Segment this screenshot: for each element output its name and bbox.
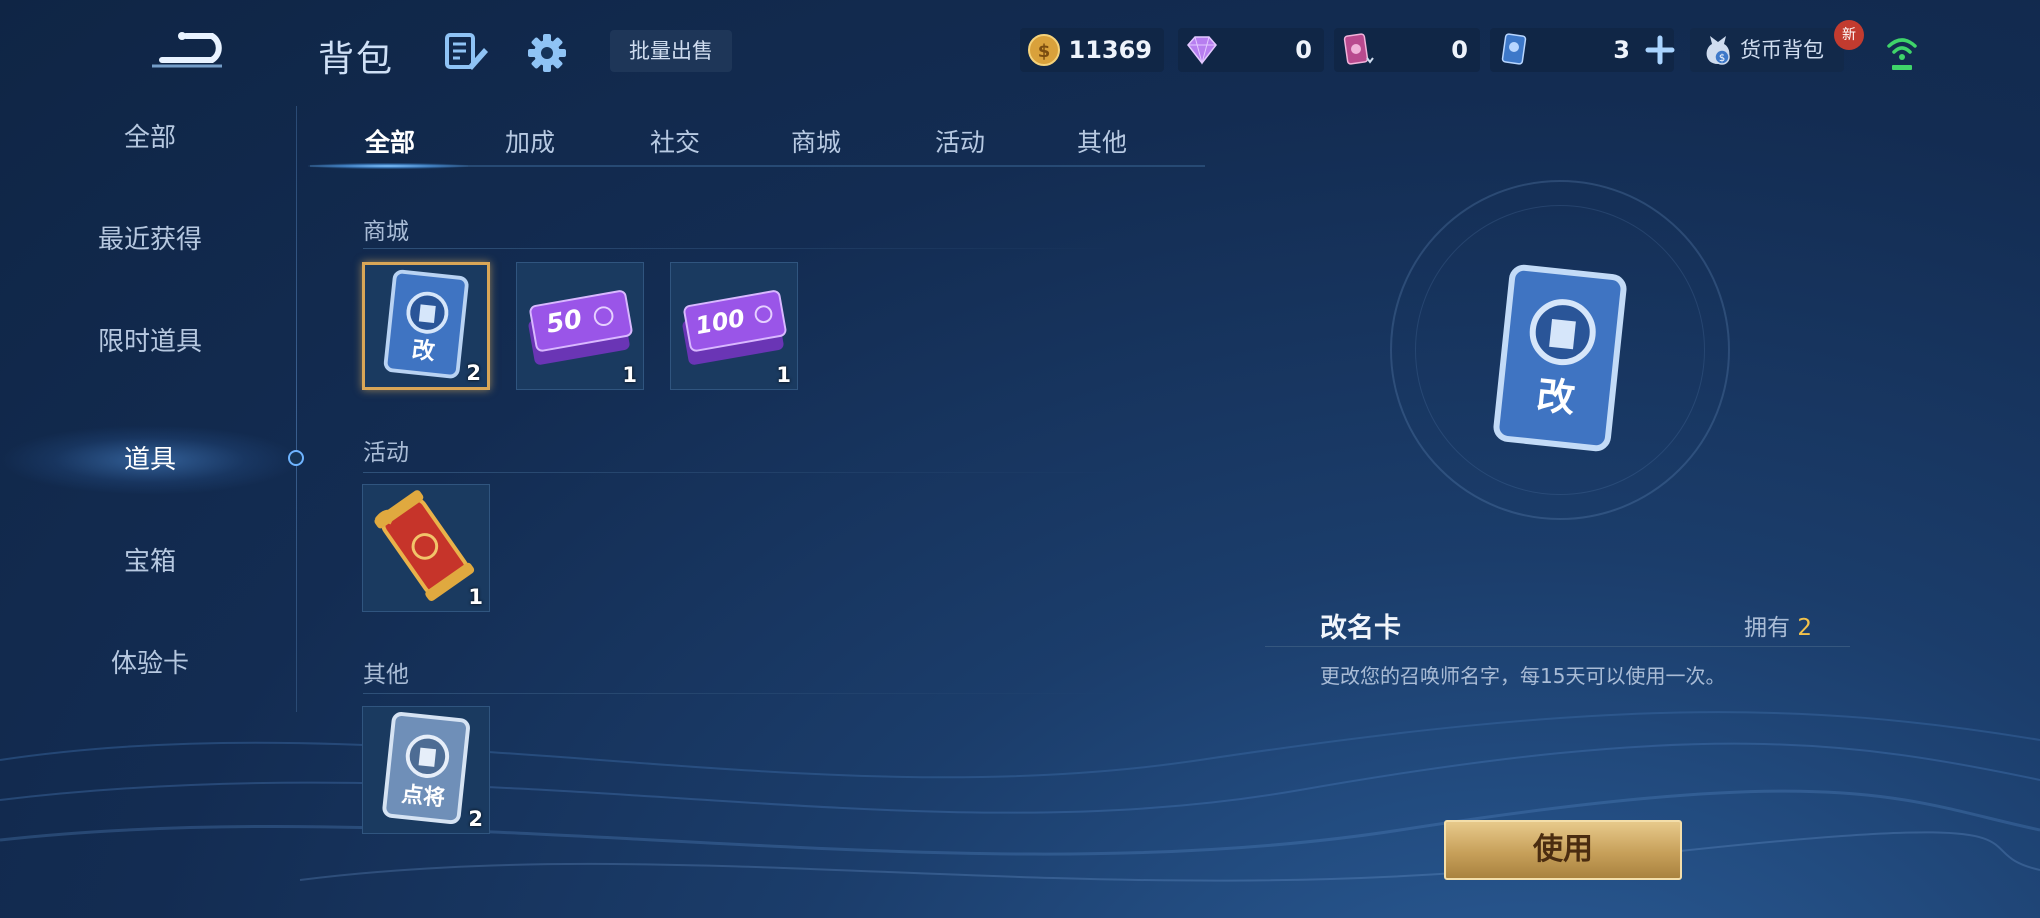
currency-gold: $ 11369 <box>1020 28 1164 72</box>
tab-shop[interactable]: 商城 <box>766 118 866 168</box>
item-slot-hero-card[interactable]: 点将 2 <box>362 706 490 834</box>
currency-blue-card: 3 <box>1490 28 1676 72</box>
tab-boost[interactable]: 加成 <box>480 118 580 168</box>
use-button[interactable]: 使用 <box>1444 820 1682 880</box>
gold-coin-icon: $ <box>1028 34 1060 66</box>
detail-divider <box>1265 646 1850 647</box>
section-divider <box>363 693 1123 694</box>
svg-text:50: 50 <box>544 304 584 340</box>
svg-text:点将: 点将 <box>400 781 446 811</box>
new-badge: 新 <box>1834 20 1864 50</box>
page-title: 背包 <box>318 39 395 80</box>
pink-card-icon <box>1343 33 1374 65</box>
svg-text:$: $ <box>1038 41 1051 62</box>
currency-pink-card: 0 <box>1334 28 1480 72</box>
sidebar-item-recent[interactable]: 最近获得 <box>0 205 300 275</box>
item-slot-ticket-50[interactable]: 50 1 <box>516 262 644 390</box>
purple-diamond-icon <box>1187 36 1217 65</box>
svg-text:改: 改 <box>411 337 437 365</box>
item-slot-scroll[interactable]: 1 <box>362 484 490 612</box>
svg-text:改: 改 <box>1535 373 1577 421</box>
item-slot-rename-card[interactable]: 改 2 <box>362 262 490 390</box>
section-label-event: 活动 <box>363 440 409 466</box>
section-divider <box>363 472 1123 473</box>
wifi-signal-icon <box>1887 38 1917 70</box>
section-label-other: 其他 <box>363 662 409 688</box>
sidebar-divider <box>296 106 297 712</box>
tab-all[interactable]: 全部 <box>340 118 440 168</box>
sidebar: 全部 最近获得 限时道具 道具 宝箱 体验卡 <box>0 100 300 720</box>
section-label-shop: 商城 <box>363 219 409 245</box>
sidebar-item-limited[interactable]: 限时道具 <box>0 307 300 377</box>
svg-text:$: $ <box>1719 53 1725 64</box>
back-button[interactable] <box>152 26 242 76</box>
sidebar-item-trial-card[interactable]: 体验卡 <box>0 629 300 699</box>
money-bag-icon: $ <box>1706 36 1730 65</box>
tab-active-indicator <box>308 163 468 169</box>
edit-button[interactable] <box>444 32 488 72</box>
currency-wallet-button[interactable]: $ 货币背包 <box>1690 28 1844 72</box>
detail-item-name: 改名卡 <box>1320 613 1401 644</box>
background-waves <box>0 711 2040 882</box>
blue-card-icon <box>1501 33 1527 65</box>
tab-event[interactable]: 活动 <box>910 118 1010 168</box>
sidebar-item-all[interactable]: 全部 <box>0 103 300 173</box>
tab-other[interactable]: 其他 <box>1052 118 1152 168</box>
sidebar-item-props[interactable]: 道具 <box>0 425 300 495</box>
detail-description: 更改您的召唤师名字，每15天可以使用一次。 <box>1320 664 1726 688</box>
detail-rename-card-icon: 改 <box>1493 264 1627 452</box>
sidebar-item-chest[interactable]: 宝箱 <box>0 527 300 597</box>
bulk-sell-button[interactable]: 批量出售 <box>610 30 732 72</box>
settings-button[interactable] <box>526 32 568 74</box>
item-slot-ticket-100[interactable]: 100 1 <box>670 262 798 390</box>
active-nav-indicator <box>288 450 304 466</box>
back-arrow-icon <box>152 32 222 68</box>
detail-owned: 拥有 2 <box>1744 615 1812 641</box>
currency-diamond: 0 <box>1178 28 1324 72</box>
section-divider <box>363 248 1123 249</box>
gear-icon <box>528 34 566 72</box>
tab-social[interactable]: 社交 <box>625 118 725 168</box>
edit-icon <box>445 33 488 70</box>
add-currency-button[interactable] <box>1644 34 1676 66</box>
